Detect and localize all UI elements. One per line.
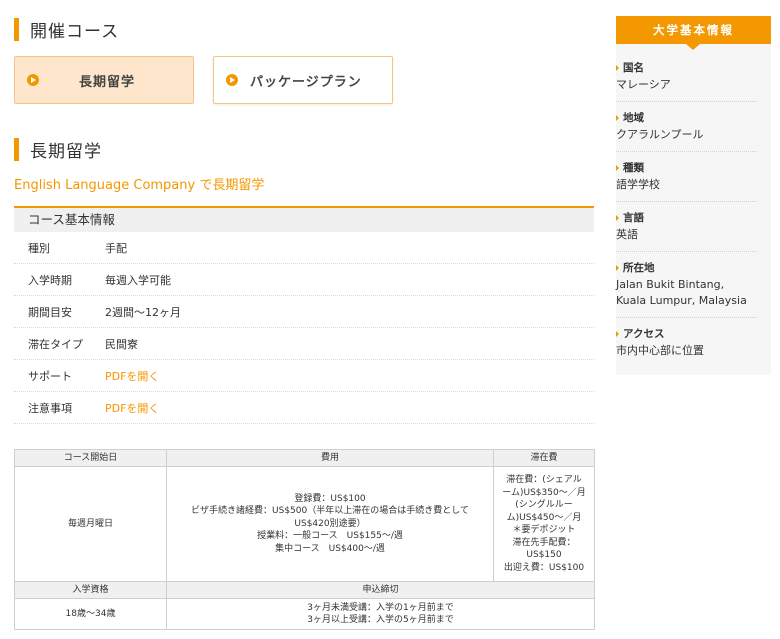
course-info-title: コース基本情報	[14, 206, 594, 232]
fee-header-qualification: 入学資格	[14, 581, 167, 599]
triangle-bullet-icon	[616, 64, 619, 71]
info-key: サポート	[28, 369, 72, 383]
stay-fee-cell: 滞在費：(シェアル ーム)US$350～／月 (シングルルー ム)US$450～…	[493, 466, 595, 582]
info-row-enrollment: 入学時期 毎週入学可能	[14, 264, 594, 296]
sidebar-item-value: クアラルンプール	[616, 128, 704, 141]
sidebar-title: 大学基本情報	[616, 16, 771, 50]
triangle-bullet-icon	[616, 264, 619, 271]
info-key: 期間目安	[28, 305, 72, 319]
sidebar-item-region: 地域 クアラルンプール	[616, 102, 757, 152]
sidebar-item-address: 所在地 Jalan Bukit Bintang, Kuala Lumpur, M…	[616, 252, 757, 318]
start-date-cell: 毎週月曜日	[14, 466, 167, 582]
info-key: 入学時期	[28, 273, 72, 287]
sidebar-item-value: マレーシア	[616, 78, 671, 91]
triangle-bullet-icon	[616, 330, 619, 337]
sidebar-item-value: Jalan Bukit Bintang, Kuala Lumpur, Malay…	[616, 278, 747, 307]
section-heading: 長期留学	[14, 137, 102, 162]
fee-header-fee: 費用	[166, 449, 494, 467]
sidebar-item-country: 国名 マレーシア	[616, 52, 757, 102]
qualification-cell: 18歳～34歳	[14, 598, 167, 630]
sidebar-item-kind: 種類 語学学校	[616, 152, 757, 202]
course-subtitle: English Language Company で長期留学	[14, 178, 265, 193]
sidebar-item-language: 言語 英語	[616, 202, 757, 252]
sidebar-item-label: 所在地	[623, 262, 655, 274]
fee-cell: 登録費：US$100 ビザ手続き諸経費：US$500（半年以上滞在の場合は手続き…	[166, 466, 494, 582]
arrow-circle-icon	[27, 74, 39, 86]
course-info-box: コース基本情報 種別 手配 入学時期 毎週入学可能 期間目安 2週間～12ヶ月 …	[14, 206, 594, 424]
triangle-bullet-icon	[616, 114, 619, 121]
sidebar-item-value: 語学学校	[616, 178, 660, 191]
info-row-notes: 注意事項 PDFを開く	[14, 392, 594, 424]
info-value: 毎週入学可能	[105, 273, 171, 287]
deadline-cell: 3ヶ月未満受講：入学の1ヶ月前まで 3ヶ月以上受講：入学の5ヶ月前まで	[166, 598, 595, 630]
triangle-bullet-icon	[616, 214, 619, 221]
section-heading-text: 長期留学	[30, 141, 102, 162]
info-key: 滞在タイプ	[28, 337, 83, 351]
info-key: 注意事項	[28, 401, 72, 415]
sidebar-item-value: 英語	[616, 228, 638, 241]
sidebar-item-value: 市内中心部に位置	[616, 344, 704, 357]
tab-long-term[interactable]: 長期留学	[14, 56, 194, 104]
tab-long-term-label: 長期留学	[79, 74, 136, 90]
course-tabs: 長期留学 パッケージプラン	[14, 56, 594, 106]
sidebar-body: 国名 マレーシア 地域 クアラルンプール 種類 語学学校 言語 英語 所在地 J…	[616, 44, 771, 375]
sidebar-item-label: アクセス	[623, 328, 665, 340]
arrow-circle-icon	[226, 74, 238, 86]
notes-pdf-link[interactable]: PDFを開く	[105, 400, 159, 416]
sidebar-item-access: アクセス 市内中心部に位置	[616, 318, 757, 367]
info-row-type: 種別 手配	[14, 232, 594, 264]
sidebar-item-label: 地域	[623, 112, 644, 124]
info-row-duration: 期間目安 2週間～12ヶ月	[14, 296, 594, 328]
fee-header-start: コース開始日	[14, 449, 167, 467]
fee-header-stay: 滞在費	[493, 449, 595, 467]
info-value: 手配	[105, 241, 127, 255]
heading-bar	[14, 137, 19, 161]
info-value: 2週間～12ヶ月	[105, 305, 181, 319]
info-row-support: サポート PDFを開く	[14, 360, 594, 392]
info-row-stay-type: 滞在タイプ 民間寮	[14, 328, 594, 360]
support-pdf-link[interactable]: PDFを開く	[105, 368, 159, 384]
course-heading: 開催コース	[14, 17, 120, 42]
course-heading-text: 開催コース	[30, 21, 120, 42]
info-value: 民間寮	[105, 337, 138, 351]
triangle-bullet-icon	[616, 164, 619, 171]
sidebar-item-label: 国名	[623, 62, 644, 74]
tab-package-plan[interactable]: パッケージプラン	[213, 56, 393, 104]
fee-header-deadline: 申込締切	[166, 581, 595, 599]
sidebar-item-label: 言語	[623, 212, 644, 224]
info-key: 種別	[28, 241, 50, 255]
fee-table: コース開始日 費用 滞在費 毎週月曜日 登録費：US$100 ビザ手続き諸経費：…	[14, 449, 595, 630]
heading-bar	[14, 17, 19, 41]
tab-package-plan-label: パッケージプラン	[250, 74, 362, 90]
sidebar-university-info: 大学基本情報 国名 マレーシア 地域 クアラルンプール 種類 語学学校 言語 英…	[616, 16, 771, 375]
sidebar-item-label: 種類	[623, 162, 644, 174]
